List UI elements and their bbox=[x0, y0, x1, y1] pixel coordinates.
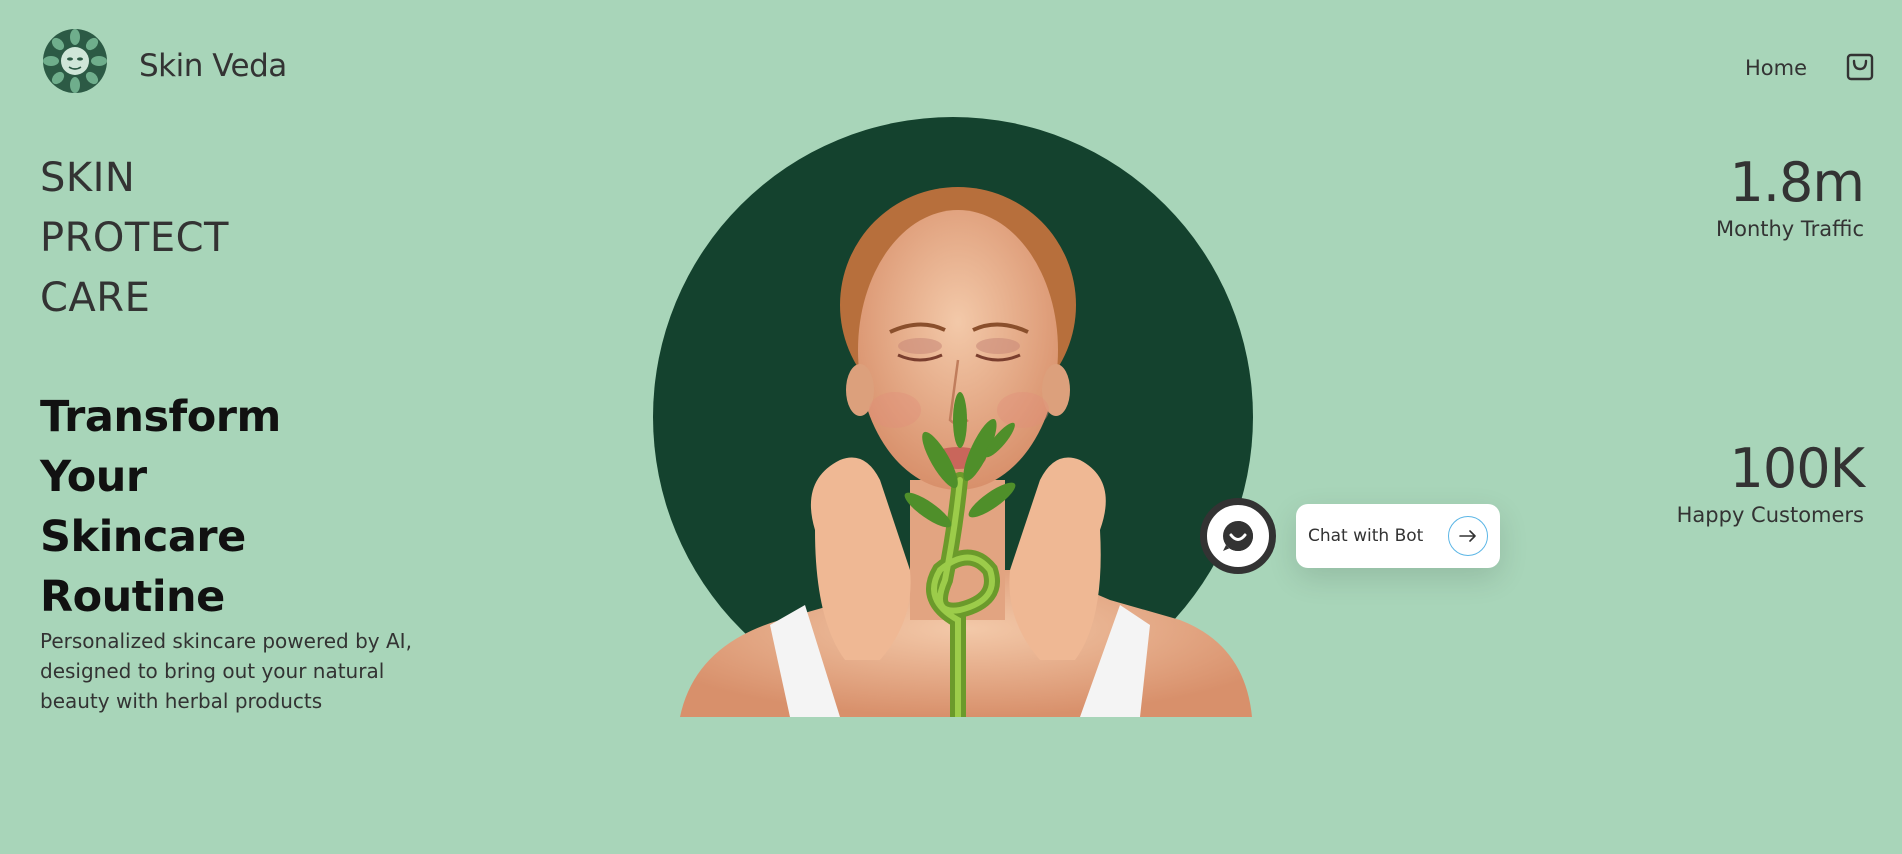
taglines: SKIN PROTECT CARE bbox=[40, 148, 229, 328]
brand-name[interactable]: Skin Veda bbox=[139, 48, 287, 84]
headline-line-1: Transform bbox=[40, 392, 281, 442]
chat-bot-avatar-button[interactable] bbox=[1200, 498, 1276, 574]
nav-link-home[interactable]: Home bbox=[1745, 56, 1807, 80]
shopping-bag-icon[interactable] bbox=[1846, 53, 1874, 81]
stat-label: Monthy Traffic bbox=[1715, 217, 1864, 241]
brand-logo-icon[interactable] bbox=[42, 28, 108, 94]
landing-page: Skin Veda Home SKIN PROTECT CARE Transfo… bbox=[0, 0, 1902, 854]
stat-happy-customers: 100K Happy Customers bbox=[1676, 437, 1865, 530]
hero-description: Personalized skincare powered by AI, des… bbox=[40, 629, 412, 713]
stat-value: 1.8m bbox=[1729, 151, 1865, 214]
stat-label: Happy Customers bbox=[1676, 503, 1864, 527]
headline-line-2: Your bbox=[40, 452, 147, 502]
headline-line-4: Routine bbox=[40, 572, 225, 622]
stat-monthly-traffic: 1.8m Monthy Traffic bbox=[1715, 151, 1865, 244]
chat-label: Chat with Bot bbox=[1308, 526, 1424, 546]
smile-chat-icon bbox=[1223, 521, 1253, 551]
tagline-protect: PROTECT bbox=[40, 215, 229, 261]
headline-line-3: Skincare bbox=[40, 512, 246, 562]
tagline-skin: SKIN bbox=[40, 155, 136, 201]
arrow-right-icon[interactable] bbox=[1448, 516, 1488, 556]
hero-headline: Transform Your Skincare Routine bbox=[40, 387, 281, 627]
hero-image bbox=[640, 100, 1280, 717]
tagline-care: CARE bbox=[40, 275, 151, 321]
stat-value: 100K bbox=[1729, 437, 1865, 500]
chat-with-bot-button[interactable]: Chat with Bot bbox=[1296, 504, 1500, 568]
